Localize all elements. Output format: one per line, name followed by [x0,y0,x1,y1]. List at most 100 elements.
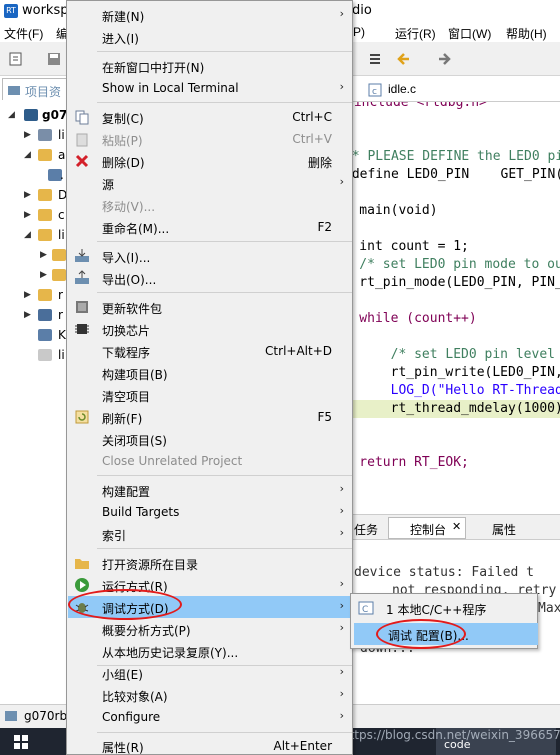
chevron-right-icon: › [339,577,344,590]
svg-text:C: C [362,605,368,615]
code-line: int count = 1; [359,239,469,254]
code-line: #include <rtdbg.h> [352,102,487,110]
code-line: /* set LED0 pin mode to out [359,257,560,272]
menu-item-open-folder[interactable]: 打开资源所在目录 [68,552,352,574]
import-icon [75,249,89,262]
menu-help[interactable]: 帮助(H) [506,25,547,42]
new-icon[interactable] [8,51,24,67]
menu-item-move[interactable]: 移动(V)... [68,194,352,216]
project-explorer: 项目资 ◢ g07 ▶ li ◢ a . ▶ D ▶ c ◢ li ▶ ▶ ▶ r ▶ r K… [0,76,68,704]
code-line: rt_pin_write(LED0_PIN, [390,365,560,380]
menu-item-show-local-terminal[interactable]: Show in Local Terminal › [68,77,352,99]
tree-item[interactable]: ◢ a [0,146,68,166]
chevron-right-icon: › [339,526,344,539]
submenu-item-local-cpp[interactable]: C 1 本地C/C++程序 [352,597,536,619]
menu-item-close-unrelated[interactable]: Close Unrelated Project [68,450,352,472]
windows-start-icon[interactable] [14,735,28,749]
forward-arrow-icon[interactable] [436,51,452,67]
annotation-ring [376,619,466,649]
menu-item-build-config[interactable]: 构建配置 › [68,479,352,501]
menu-item-rename[interactable]: 重命名(M)... F2 [68,216,352,238]
menu-item-copy[interactable]: 复制(C) Ctrl+C [68,106,352,128]
copy-icon [75,110,89,125]
tab-project-explorer[interactable]: 项目资 [2,78,68,100]
tree-item[interactable]: K [0,326,68,346]
code-line: rt_thread_mdelay(1000); [352,400,560,418]
menu-item-source[interactable]: 源 › [68,172,352,194]
back-arrow-icon[interactable] [396,51,412,67]
tree-item[interactable]: ▶ li [0,126,68,146]
editor-tab-idle[interactable]: c idle.c [352,78,560,102]
menu-item-go-into[interactable]: 进入(I) [68,26,352,48]
project-explorer-icon [8,86,20,95]
code-editor[interactable]: #include <rtdbg.h> /* PLEASE DEFINE the … [352,102,560,512]
tab-properties[interactable]: 属性 [492,521,516,538]
chevron-right-icon: › [339,504,344,517]
menu-item-paste[interactable]: 粘贴(P) Ctrl+V [68,128,352,150]
menu-item-clean-project[interactable]: 清空项目 [68,384,352,406]
menu-item-index[interactable]: 索引 › [68,523,352,545]
c-file-icon: c [368,83,382,97]
menu-item-refresh[interactable]: 刷新(F) F5 [68,406,352,428]
console-line: device status: Failed t [354,565,535,580]
refresh-icon [75,410,89,424]
context-menu: 新建(N) › 进入(I) 在新窗口中打开(N) Show in Local Te… [66,0,353,755]
tree-item[interactable]: ▶ c [0,206,68,226]
save-icon[interactable] [46,51,62,67]
menu-item-close-project[interactable]: 关闭项目(S) [68,428,352,450]
code-line: while (count++) [359,311,477,326]
tree-item[interactable]: ▶ [0,266,68,286]
tree-root[interactable]: ◢ g07 [0,106,68,126]
code-line: rt_pin_mode(LED0_PIN, PIN_M [359,275,560,290]
code-line: /* set LED0 pin level t [390,347,555,362]
menu-item-download[interactable]: 下载程序 Ctrl+Alt+D [68,340,352,362]
window-title-right: dio [352,3,372,18]
watermark: https://blog.csdn.net/weixin_39665790 [342,728,560,742]
tree-item[interactable]: ◢ li [0,226,68,246]
project-icon [5,711,17,721]
menu-item-build-targets[interactable]: Build Targets › [68,501,352,523]
code-line: return RT_EOK; [359,455,469,470]
tree-item[interactable]: ▶ D [0,186,68,206]
menu-project[interactable]: P) [353,25,365,39]
menu-item-update-packages[interactable]: 更新软件包 [68,296,352,318]
close-icon[interactable]: ✕ [452,520,461,533]
tree-item[interactable]: ▶ r [0,286,68,306]
folder-icon [75,559,89,569]
console-line: Max [538,601,560,616]
tree-item[interactable]: ▶ [0,246,68,266]
menu-item-open-new-window[interactable]: 在新窗口中打开(N) [68,55,352,77]
menu-item-export[interactable]: 导出(O)... [68,267,352,289]
chevron-right-icon: › [339,482,344,495]
menu-item-configure[interactable]: Configure › [68,706,352,728]
chevron-right-icon: › [339,599,344,612]
chevron-right-icon: › [339,687,344,700]
menu-run[interactable]: 运行(R) [395,25,436,42]
chevron-right-icon: › [339,175,344,188]
app-logo-icon: RT [4,4,18,18]
menu-window[interactable]: 窗口(W) [448,25,491,42]
menu-item-team[interactable]: 小组(E) › [68,662,352,684]
tree-item[interactable]: ▶ r [0,306,68,326]
menu-item-new[interactable]: 新建(N) › [68,4,352,26]
chip-icon [75,324,89,334]
tree-item[interactable]: li [0,346,68,366]
chevron-right-icon: › [339,621,344,634]
menu-item-switch-chip[interactable]: 切换芯片 [68,318,352,340]
menu-file[interactable]: 文件(F) [4,25,43,42]
menu-item-compare-with[interactable]: 比较对象(A) › [68,684,352,706]
annotation-ring [68,589,182,620]
menu-item-delete[interactable]: 删除(D) 删除 [68,150,352,172]
menu-item-properties[interactable]: 属性(R) Alt+Enter [68,735,352,755]
tab-tasks[interactable]: 任务 [354,521,378,538]
menu-item-import[interactable]: 导入(I)... [68,245,352,267]
tree-item[interactable]: . [0,166,68,186]
export-icon [75,270,89,284]
menu-item-profile-as[interactable]: 概要分析方式(P) › [68,618,352,640]
menu-item-build-project[interactable]: 构建项目(B) [68,362,352,384]
tab-console[interactable]: 控制台 [410,521,446,538]
console-tabbar: 任务 控制台 ✕ 属性 [352,514,560,540]
outline-icon[interactable] [367,51,383,67]
c-app-icon: C [358,601,374,615]
menu-item-restore-history[interactable]: 从本地历史记录复原(Y)... [68,640,352,662]
